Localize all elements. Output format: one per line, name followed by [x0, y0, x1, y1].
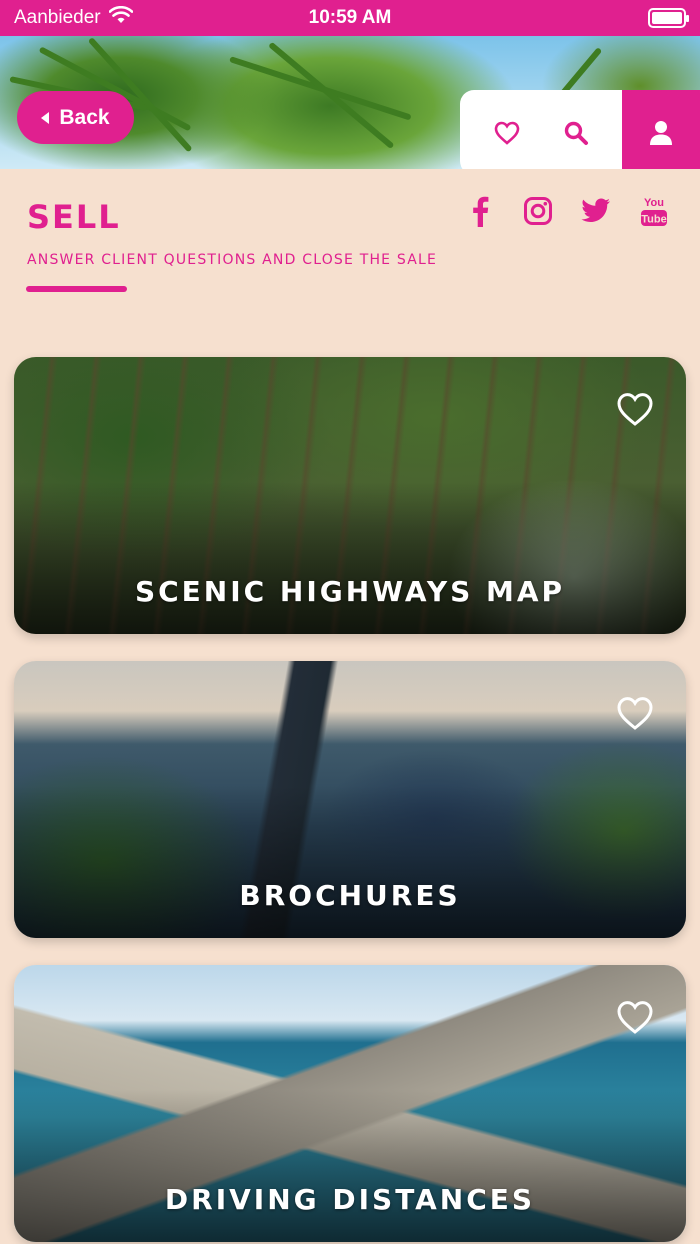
- favorites-heart-icon[interactable]: [489, 115, 525, 151]
- card-driving-distances[interactable]: DRIVING DISTANCES: [14, 965, 686, 1242]
- card-brochures[interactable]: BROCHURES: [14, 661, 686, 938]
- twitter-icon[interactable]: [578, 192, 614, 230]
- page-title: SELL: [27, 198, 121, 236]
- toolbar-actions: [460, 90, 622, 169]
- youtube-text-top: You: [644, 197, 664, 209]
- card-scenic-highways-map[interactable]: SCENIC HIGHWAYS MAP: [14, 357, 686, 634]
- favorite-heart-icon[interactable]: [616, 695, 654, 731]
- carrier-label: Aanbieder: [14, 7, 101, 28]
- back-button[interactable]: Back: [17, 91, 134, 144]
- user-icon: [650, 120, 672, 145]
- favorite-heart-icon[interactable]: [616, 999, 654, 1035]
- status-bar: Aanbieder 10:59 AM: [0, 0, 700, 36]
- wifi-icon: [108, 5, 133, 30]
- hero-banner: Back: [0, 36, 700, 169]
- card-title: SCENIC HIGHWAYS MAP: [134, 575, 566, 608]
- header-toolbar: [460, 90, 700, 169]
- social-links: You Tube: [462, 192, 672, 230]
- search-icon[interactable]: [558, 115, 594, 151]
- card-title: BROCHURES: [239, 879, 461, 912]
- instagram-icon[interactable]: [520, 192, 556, 230]
- back-caret-icon: [41, 111, 50, 124]
- page-subtitle: ANSWER CLIENT QUESTIONS AND CLOSE THE SA…: [27, 252, 438, 268]
- youtube-icon[interactable]: You Tube: [636, 192, 672, 230]
- title-underline: [26, 286, 127, 292]
- back-button-label: Back: [59, 105, 110, 129]
- battery-icon: [648, 8, 689, 28]
- profile-button[interactable]: [622, 90, 700, 169]
- favorite-heart-icon[interactable]: [616, 391, 654, 427]
- status-left: Aanbieder: [14, 5, 133, 30]
- youtube-text-bottom: Tube: [641, 214, 666, 226]
- card-title: DRIVING DISTANCES: [164, 1183, 536, 1216]
- facebook-icon[interactable]: [462, 192, 498, 230]
